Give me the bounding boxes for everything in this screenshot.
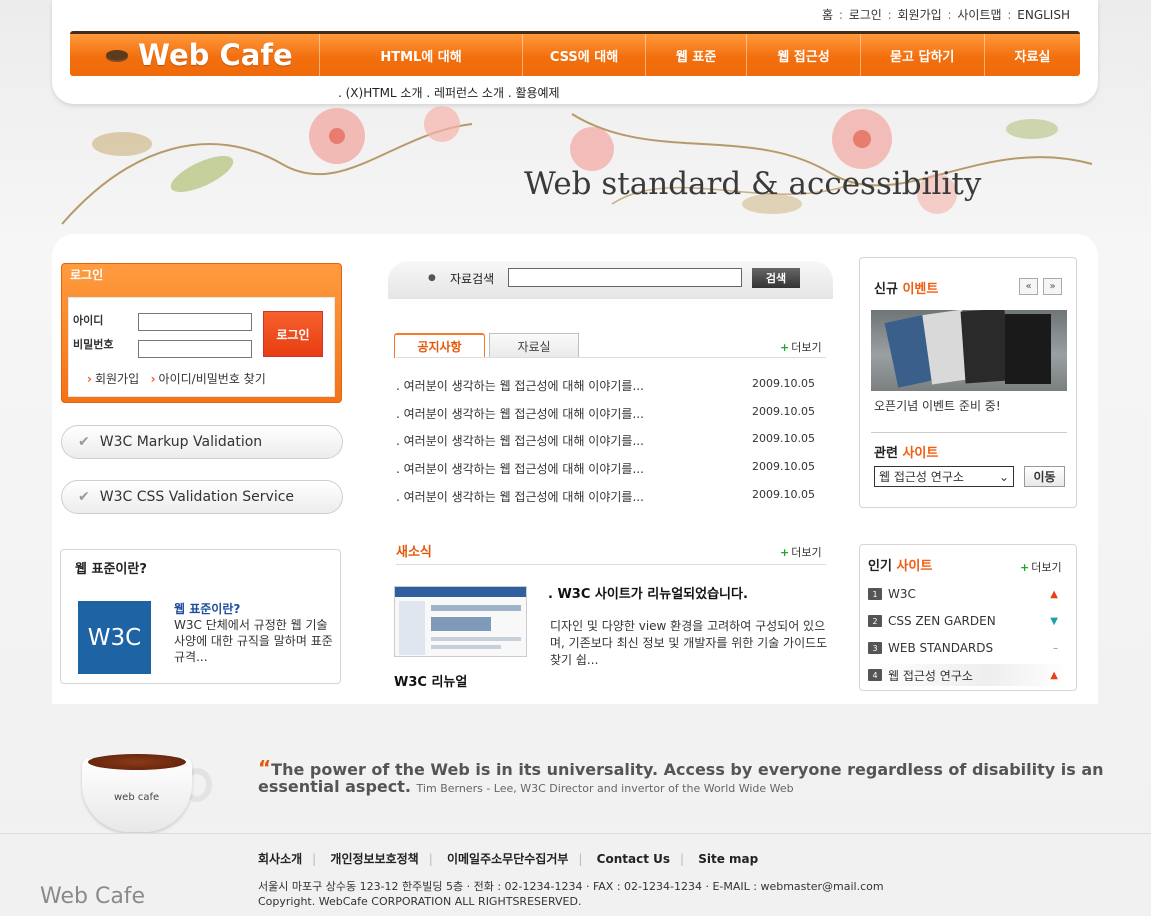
login-button[interactable]: 로그인 <box>263 311 323 357</box>
trend-up-icon: ▲ <box>1050 588 1058 600</box>
coffee-cup-image: web cafe <box>82 752 212 832</box>
login-links: › 회원가입 › 아이디/비밀번호 찾기 <box>87 372 266 386</box>
global-nav: Web Cafe HTML에 대해 CSS에 대해 웹 표준 웹 접근성 묻고 … <box>70 31 1080 76</box>
login-title: 로그인 <box>70 268 104 282</box>
trend-up-icon: ▲ <box>1050 669 1058 681</box>
search-label: 자료검색 <box>450 272 495 286</box>
trend-same-icon: – <box>1053 642 1058 654</box>
util-link-sitemap[interactable]: 사이트맵 <box>957 8 1001 22</box>
notice-row[interactable]: . 여러분이 생각하는 웹 접근성에 대해 이야기를... 2009.10.05 <box>396 488 826 505</box>
event-title: 신규 이벤트 <box>874 282 939 297</box>
check-icon: ✔ <box>78 489 90 505</box>
nav-css[interactable]: CSS에 대해 <box>522 34 644 76</box>
footer: 회사소개 | 개인정보보호정책 | 이메일주소무단수집거부 | Contact Us |… <box>0 833 1151 916</box>
find-account-link[interactable]: 아이디/비밀번호 찾기 <box>159 372 266 386</box>
markup-validation-button[interactable]: ✔ W3C Markup Validation <box>61 425 343 459</box>
bullet-icon: ● <box>428 273 436 283</box>
nav-accessibility[interactable]: 웹 접근성 <box>746 34 859 76</box>
util-link-english[interactable]: ENGLISH <box>1017 8 1070 22</box>
sub-nav[interactable]: . (X)HTML 소개 . 레퍼런스 소개 . 활용예제 <box>338 84 560 101</box>
nav-qna[interactable]: 묻고 답하기 <box>859 34 984 76</box>
notice-row[interactable]: . 여러분이 생각하는 웹 접근성에 대해 이야기를... 2009.10.05 <box>396 432 826 449</box>
notice-row[interactable]: . 여러분이 생각하는 웹 접근성에 대해 이야기를... 2009.10.05 <box>396 377 826 394</box>
password-input[interactable] <box>138 340 252 358</box>
tab-library[interactable]: 자료실 <box>489 333 579 358</box>
web-standard-title: 웹 표준이란? <box>75 562 147 577</box>
id-label: 아이디 <box>73 314 104 327</box>
go-button[interactable]: 이동 <box>1024 466 1065 487</box>
rank-badge: 2 <box>868 615 882 627</box>
footer-nav: 회사소개 | 개인정보보호정책 | 이메일주소무단수집거부 | Contact Us |… <box>258 852 759 866</box>
hero-tagline: Web standard & accessibility <box>524 166 982 202</box>
related-site-select[interactable]: 웹 접근성 연구소 ⌄ <box>874 466 1014 487</box>
popular-site-item[interactable]: 1 W3C ▲ <box>868 583 1068 605</box>
footer-logo: Web Cafe <box>40 884 146 909</box>
rank-badge: 1 <box>868 588 882 600</box>
event-image[interactable] <box>871 310 1067 391</box>
trend-down-icon: ▼ <box>1050 615 1058 627</box>
footer-address: 서울시 마포구 상수동 123-12 한주빌딩 5층 · 전화 : 02-123… <box>258 880 884 908</box>
util-link-home[interactable]: 홈 <box>822 8 833 22</box>
news-more-link[interactable]: + 더보기 <box>780 544 822 560</box>
prev-button[interactable]: « <box>1019 278 1038 295</box>
site-logo[interactable]: Web Cafe <box>70 34 319 76</box>
login-box: 로그인 아이디 비밀번호 로그인 › 회원가입 › 아이디/비밀번호 찾기 <box>61 263 342 403</box>
cup-label: web cafe <box>114 792 160 803</box>
search-button[interactable]: 검색 <box>752 268 800 288</box>
notice-row[interactable]: . 여러분이 생각하는 웹 접근성에 대해 이야기를... 2009.10.05 <box>396 405 826 422</box>
divider <box>871 432 1067 433</box>
next-button[interactable]: » <box>1043 278 1062 295</box>
event-box: 신규 이벤트 « » 오픈기념 이벤트 준비 중! 관련 사이트 웹 접근성 연… <box>859 257 1077 508</box>
news-thumb-caption: W3C 리뉴얼 <box>394 675 468 690</box>
logo-text: Web Cafe <box>138 38 293 72</box>
nav-web-standard[interactable]: 웹 표준 <box>644 34 747 76</box>
nav-html[interactable]: HTML에 대해 <box>318 34 522 76</box>
news-title: 새소식 <box>396 545 432 560</box>
footer-link-contact[interactable]: Contact Us <box>597 852 670 866</box>
notice-row[interactable]: . 여러분이 생각하는 웹 접근성에 대해 이야기를... 2009.10.05 <box>396 460 826 477</box>
search-input[interactable] <box>508 268 742 287</box>
footer-link-company[interactable]: 회사소개 <box>258 852 302 866</box>
popular-sites-box: 인기 사이트 + 더보기 1 W3C ▲ 2 CSS ZEN GARDEN ▼ 3… <box>859 544 1077 691</box>
footer-link-privacy[interactable]: 개인정보보호정책 <box>330 852 418 866</box>
tab-divider <box>396 357 826 358</box>
footer-link-sitemap[interactable]: Site map <box>698 852 758 866</box>
hero-banner: Web standard & accessibility <box>52 104 1098 234</box>
utility-nav: 홈 : 로그인 : 회원가입 : 사이트맵 : ENGLISH <box>821 8 1070 22</box>
coffee-bean-icon <box>106 50 128 60</box>
related-sites-title: 관련 사이트 <box>874 446 939 461</box>
footer-link-email-policy[interactable]: 이메일주소무단수집거부 <box>447 852 568 866</box>
news-thumbnail[interactable] <box>394 586 527 657</box>
rank-badge: 3 <box>868 642 882 654</box>
util-link-join[interactable]: 회원가입 <box>898 8 942 22</box>
event-text: 오픈기념 이벤트 준비 중! <box>874 399 1001 413</box>
popular-site-item[interactable]: 4 웹 접근성 연구소 ▲ <box>868 664 1068 686</box>
login-form: 아이디 비밀번호 로그인 › 회원가입 › 아이디/비밀번호 찾기 <box>68 297 335 397</box>
join-link[interactable]: 회원가입 <box>95 372 139 386</box>
popular-more-link[interactable]: + 더보기 <box>1020 559 1062 575</box>
chevron-down-icon: ⌄ <box>998 469 1009 484</box>
tab-notice[interactable]: 공지사항 <box>394 333 485 358</box>
rank-badge: 4 <box>868 669 882 681</box>
news-divider <box>396 564 826 565</box>
popular-sites-title: 인기 사이트 <box>868 559 933 574</box>
news-headline[interactable]: . W3C 사이트가 리뉴얼되었습니다. <box>548 583 748 602</box>
popular-site-item[interactable]: 3 WEB STANDARDS – <box>868 637 1068 659</box>
id-input[interactable] <box>138 313 252 331</box>
check-icon: ✔ <box>78 434 90 450</box>
w3c-logo[interactable]: W3C <box>78 601 151 674</box>
quote: “The power of the Web is in its universa… <box>258 758 1128 797</box>
notice-more-link[interactable]: + 더보기 <box>780 339 822 355</box>
popular-site-item[interactable]: 2 CSS ZEN GARDEN ▼ <box>868 610 1068 632</box>
util-link-login[interactable]: 로그인 <box>849 8 882 22</box>
nav-library[interactable]: 자료실 <box>983 34 1080 76</box>
search-bar: ● 자료검색 검색 <box>388 261 833 299</box>
web-standard-box: 웹 표준이란? W3C 웹 표준이란? W3C 단체에서 규정한 웹 기술 사양… <box>60 549 341 684</box>
quote-author: Tim Berners - Lee, W3C Director and inve… <box>416 782 794 795</box>
web-standard-subtitle[interactable]: 웹 표준이란? <box>174 600 240 617</box>
news-description: 디자인 및 다양한 view 환경을 고려하여 구성되어 있으며, 기존보다 최… <box>550 619 828 667</box>
password-label: 비밀번호 <box>73 338 114 351</box>
css-validation-button[interactable]: ✔ W3C CSS Validation Service <box>61 480 343 514</box>
web-standard-description: W3C 단체에서 규정한 웹 기술 사양에 대한 규직을 말하며 표준 규격..… <box>174 618 333 664</box>
